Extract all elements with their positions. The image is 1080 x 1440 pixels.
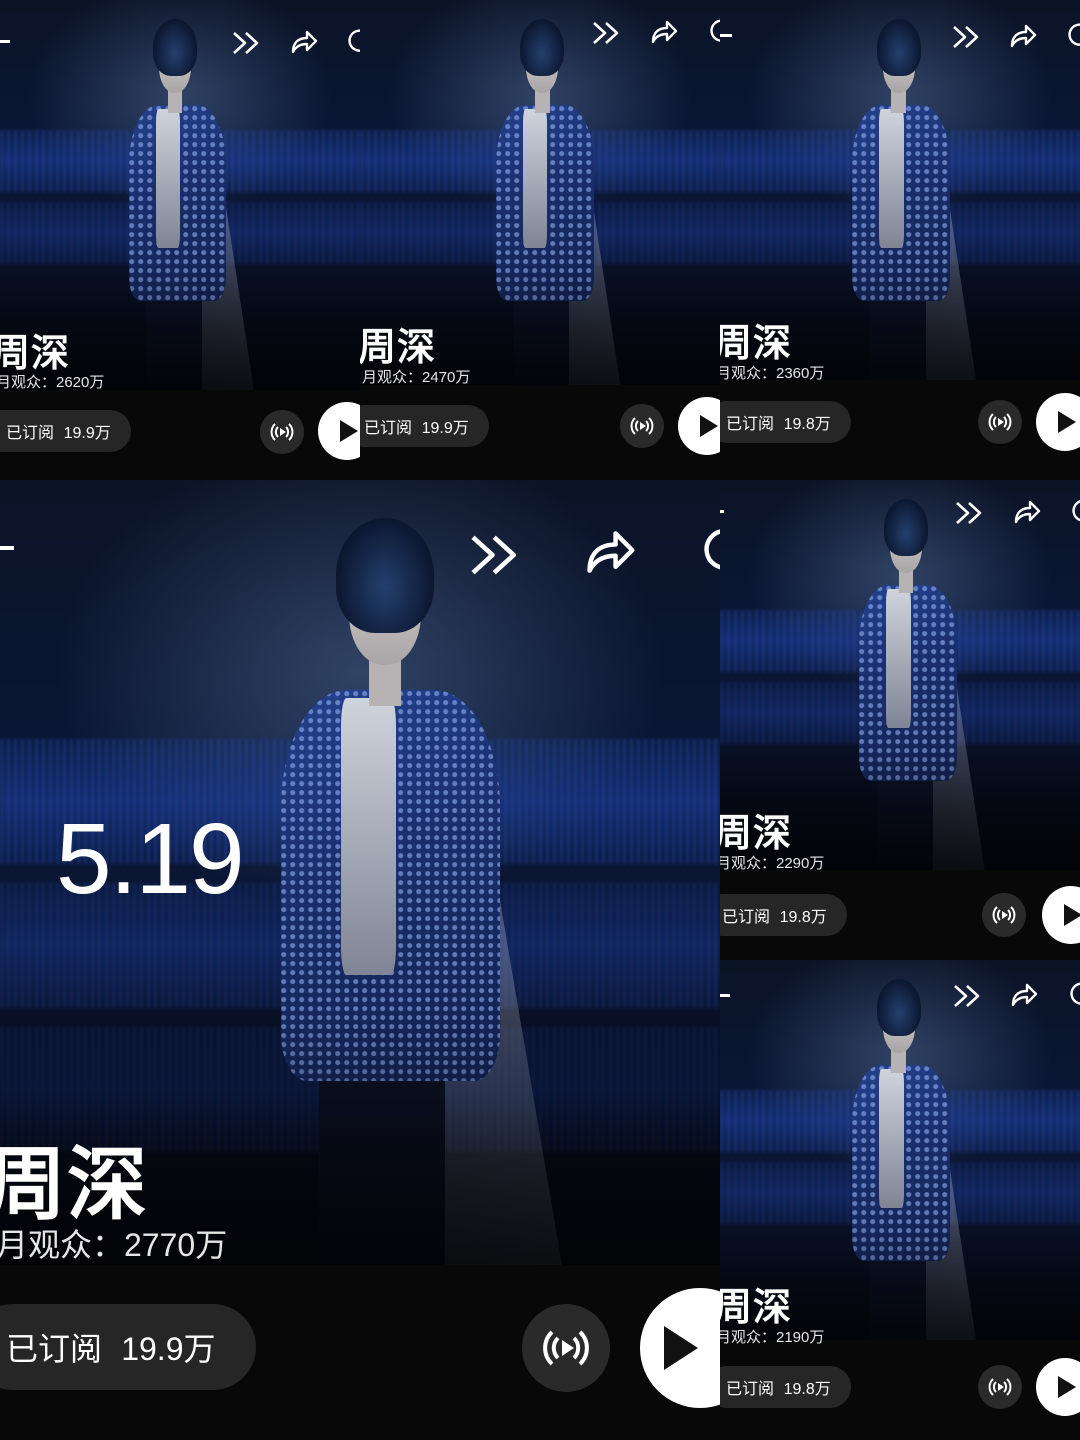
radio-broadcast-icon xyxy=(268,422,296,442)
panel-large: 5.19 周深 月观众：2770万 已订阅 19.9万 xyxy=(0,480,720,1440)
back-dash-icon[interactable] xyxy=(0,546,14,550)
play-icon xyxy=(664,1326,698,1370)
radio-broadcast-button[interactable] xyxy=(978,1365,1022,1409)
fast-forward-icon[interactable] xyxy=(953,983,983,1009)
radio-broadcast-icon xyxy=(986,412,1014,432)
fast-forward-icon[interactable] xyxy=(955,500,985,526)
subscribed-button[interactable]: 已订阅 19.8万 xyxy=(720,401,851,443)
radio-broadcast-button[interactable] xyxy=(620,404,664,448)
subscriber-count: 19.8万 xyxy=(779,909,827,926)
radio-broadcast-icon xyxy=(538,1328,594,1368)
monthly-viewers: 月观众：2770万 xyxy=(0,1227,228,1263)
subscribed-button[interactable]: 已订阅 19.9万 xyxy=(0,1304,256,1390)
back-dash-icon[interactable] xyxy=(720,994,730,997)
subscribed-label: 已订阅 xyxy=(726,416,775,433)
play-icon xyxy=(1058,1376,1076,1398)
back-dash-icon[interactable] xyxy=(720,34,732,37)
subscriber-count: 19.9万 xyxy=(421,420,469,437)
share-icon[interactable] xyxy=(289,28,319,56)
subscribed-label: 已订阅 xyxy=(722,909,771,926)
back-dash-icon[interactable] xyxy=(0,40,10,43)
subscribed-button[interactable]: 已订阅 19.9万 xyxy=(360,405,489,447)
subscribed-label: 已订阅 xyxy=(364,420,413,437)
radio-broadcast-button[interactable] xyxy=(978,400,1022,444)
fast-forward-icon[interactable] xyxy=(952,24,982,50)
radio-broadcast-icon xyxy=(986,1377,1014,1397)
share-icon[interactable] xyxy=(1009,981,1039,1009)
subscriber-count: 19.8万 xyxy=(783,1381,831,1398)
subscribed-button[interactable]: 已订阅 19.9万 xyxy=(0,410,131,452)
artist-name: 周深 xyxy=(0,1140,148,1229)
panel-top-left: 周深 月观众：2620万 已订阅 19.9万 xyxy=(0,0,360,480)
play-icon xyxy=(1058,411,1076,433)
monthly-viewers: 月观众：2360万 xyxy=(720,365,825,382)
subscribed-button[interactable]: 已订阅 19.8万 xyxy=(720,1366,851,1408)
artist-name: 周深 xyxy=(720,323,793,365)
subscribed-label: 已订阅 xyxy=(6,1331,103,1367)
artist-name: 周深 xyxy=(0,333,71,375)
subscriber-count: 19.9万 xyxy=(121,1331,216,1367)
monthly-viewers: 月观众：2290万 xyxy=(720,855,825,872)
share-icon[interactable] xyxy=(649,18,679,46)
artist-name: 周深 xyxy=(360,327,437,369)
monthly-viewers: 月观众：2190万 xyxy=(720,1329,825,1346)
date-overlay: 5.19 xyxy=(56,803,245,915)
refresh-icon[interactable] xyxy=(708,18,720,44)
panel-top-middle: 周深 月观众：2470万 已订阅 19.9万 xyxy=(360,0,720,480)
monthly-viewers: 月观众：2470万 xyxy=(362,369,471,386)
refresh-icon[interactable] xyxy=(700,526,720,574)
radio-broadcast-icon xyxy=(628,416,656,436)
radio-broadcast-icon xyxy=(990,905,1018,925)
subscriber-count: 19.8万 xyxy=(783,416,831,433)
subscribed-label: 已订阅 xyxy=(6,425,55,442)
refresh-icon[interactable] xyxy=(346,28,360,54)
fast-forward-icon[interactable] xyxy=(592,20,622,46)
play-icon xyxy=(700,415,718,437)
back-dash-icon[interactable] xyxy=(720,510,724,513)
panel-bottom-right: 周深 月观众：2190万 已订阅 19.8万 xyxy=(720,960,1080,1440)
subscribed-button[interactable]: 已订阅 19.8万 xyxy=(720,894,847,936)
play-icon xyxy=(1064,904,1080,926)
share-icon[interactable] xyxy=(1012,498,1042,526)
refresh-icon[interactable] xyxy=(1066,22,1080,48)
share-icon[interactable] xyxy=(582,526,638,578)
monthly-viewers: 月观众：2620万 xyxy=(0,374,105,391)
radio-broadcast-button[interactable] xyxy=(522,1304,610,1392)
subscriber-count: 19.9万 xyxy=(63,425,111,442)
share-icon[interactable] xyxy=(1008,22,1038,50)
play-icon xyxy=(340,420,358,442)
artist-name: 周深 xyxy=(720,813,793,855)
radio-broadcast-button[interactable] xyxy=(260,410,304,454)
panel-middle-right: 周深 月观众：2290万 已订阅 19.8万 xyxy=(720,480,1080,960)
fast-forward-icon[interactable] xyxy=(468,532,524,578)
panel-top-right: 周深 月观众：2360万 已订阅 19.8万 xyxy=(720,0,1080,480)
refresh-icon[interactable] xyxy=(1070,498,1080,524)
fast-forward-icon[interactable] xyxy=(232,30,262,56)
artist-name: 周深 xyxy=(720,1287,793,1329)
radio-broadcast-button[interactable] xyxy=(982,893,1026,937)
subscribed-label: 已订阅 xyxy=(726,1381,775,1398)
refresh-icon[interactable] xyxy=(1068,981,1080,1007)
